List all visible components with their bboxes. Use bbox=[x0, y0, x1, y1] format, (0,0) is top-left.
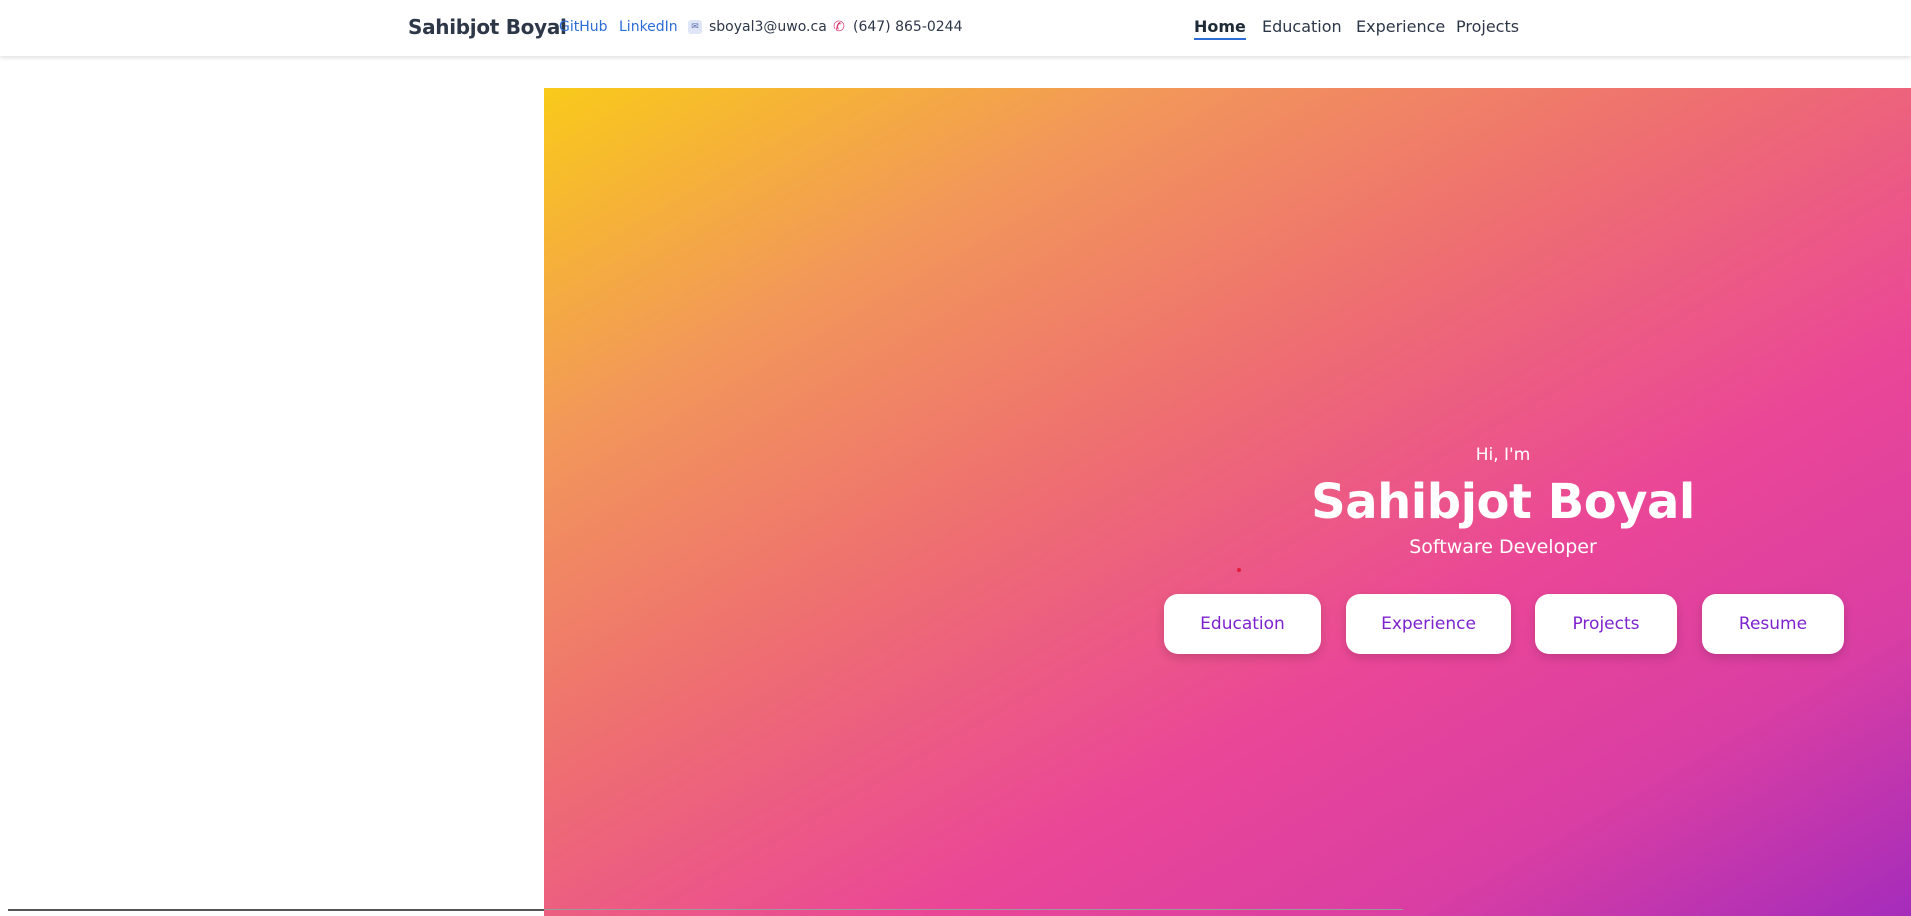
hero-greeting: Hi, I'm bbox=[1475, 445, 1531, 465]
email-icon: ✉ bbox=[688, 20, 702, 34]
hero-subtitle: Software Developer bbox=[1409, 536, 1597, 558]
projects-button[interactable]: Projects bbox=[1535, 594, 1677, 654]
email-text: sboyal3@uwo.ca bbox=[709, 19, 827, 35]
nav-education[interactable]: Education bbox=[1262, 17, 1342, 36]
resume-button[interactable]: Resume bbox=[1702, 594, 1844, 654]
brand-name[interactable]: Sahibjot Boyal bbox=[408, 15, 567, 39]
github-link[interactable]: GitHub bbox=[559, 19, 608, 35]
hero-section bbox=[544, 88, 1911, 916]
nav-experience[interactable]: Experience bbox=[1356, 17, 1445, 36]
decorative-dot bbox=[1237, 568, 1241, 572]
phone-contact[interactable]: ✆ (647) 865-0244 bbox=[832, 19, 963, 35]
email-contact[interactable]: ✉ sboyal3@uwo.ca bbox=[688, 19, 827, 35]
site-header: Sahibjot Boyal GitHub LinkedIn ✉ sboyal3… bbox=[0, 0, 1911, 56]
hero-name: Sahibjot Boyal bbox=[1311, 474, 1695, 530]
linkedin-link[interactable]: LinkedIn bbox=[619, 19, 678, 35]
nav-projects[interactable]: Projects bbox=[1456, 17, 1519, 36]
phone-text: (647) 865-0244 bbox=[853, 19, 963, 35]
experience-button[interactable]: Experience bbox=[1346, 594, 1511, 654]
horizontal-scrollbar-thumb[interactable] bbox=[8, 909, 544, 911]
phone-icon: ✆ bbox=[833, 19, 845, 35]
nav-home[interactable]: Home bbox=[1194, 17, 1246, 40]
education-button[interactable]: Education bbox=[1164, 594, 1321, 654]
